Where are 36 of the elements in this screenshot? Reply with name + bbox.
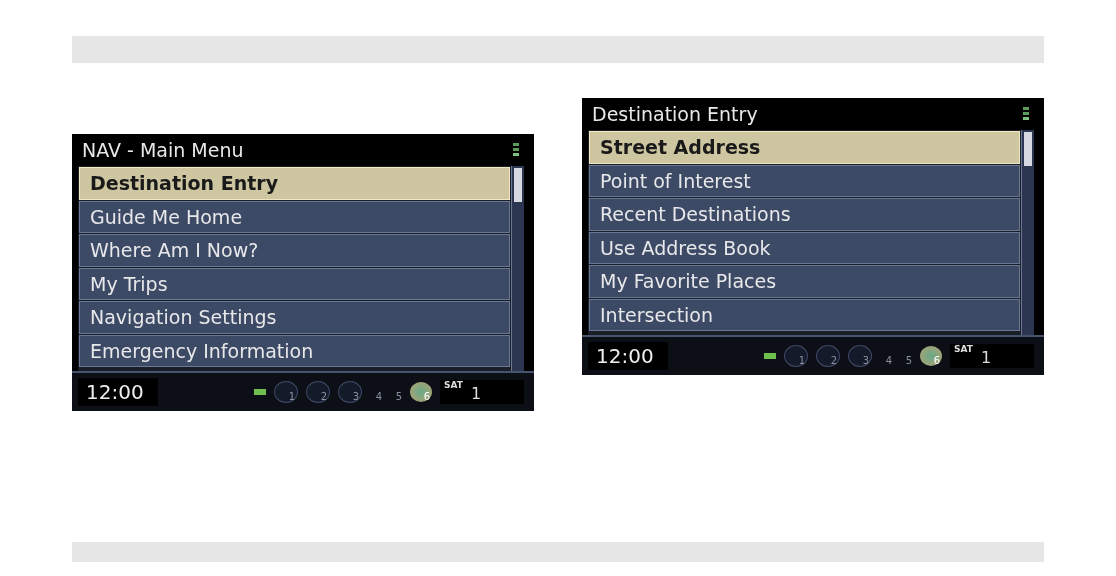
band-label: SAT xyxy=(954,344,973,356)
menu-item[interactable]: Recent Destinations xyxy=(589,198,1020,231)
scrollbar[interactable] xyxy=(511,166,524,371)
preset-number: 1 xyxy=(980,347,992,368)
disc-slot: 5 xyxy=(900,346,912,366)
disc-slot: 4 xyxy=(370,382,382,402)
menu-item[interactable]: My Trips xyxy=(79,267,510,300)
menu-item[interactable]: Destination Entry xyxy=(79,167,510,200)
screen-title: Destination Entry xyxy=(592,103,758,125)
menu-item[interactable]: Where Am I Now? xyxy=(79,234,510,267)
disc-slot: 1 xyxy=(274,381,298,403)
signal-icon xyxy=(512,142,520,158)
preset-number: 1 xyxy=(470,383,482,404)
scrollbar[interactable] xyxy=(1021,130,1034,335)
disc-slot: 4 xyxy=(880,346,892,366)
clock: 12:00 xyxy=(588,342,668,370)
screen-title: NAV - Main Menu xyxy=(82,139,244,161)
disc-slot: 6 xyxy=(920,346,942,366)
disc-slot: 2 xyxy=(816,345,840,367)
menu-item[interactable]: Use Address Book xyxy=(589,231,1020,264)
disc-slot: 3 xyxy=(338,381,362,403)
disc-slot: 3 xyxy=(848,345,872,367)
disc-slot: 1 xyxy=(784,345,808,367)
menu-item[interactable]: Intersection xyxy=(589,298,1020,331)
menu-item[interactable]: Emergency Information xyxy=(79,334,510,367)
disc-slot: 6 xyxy=(410,382,432,402)
clock: 12:00 xyxy=(78,378,158,406)
menu-item[interactable]: Point of Interest xyxy=(589,164,1020,197)
disc-slot: 5 xyxy=(390,382,402,402)
signal-icon xyxy=(1022,106,1030,122)
menu-item[interactable]: My Favorite Places xyxy=(589,265,1020,298)
menu-item[interactable]: Guide Me Home xyxy=(79,200,510,233)
disc-slot: 2 xyxy=(306,381,330,403)
menu-item[interactable]: Street Address xyxy=(589,131,1020,164)
menu-item[interactable]: Navigation Settings xyxy=(79,301,510,334)
band-label: SAT xyxy=(444,380,463,392)
